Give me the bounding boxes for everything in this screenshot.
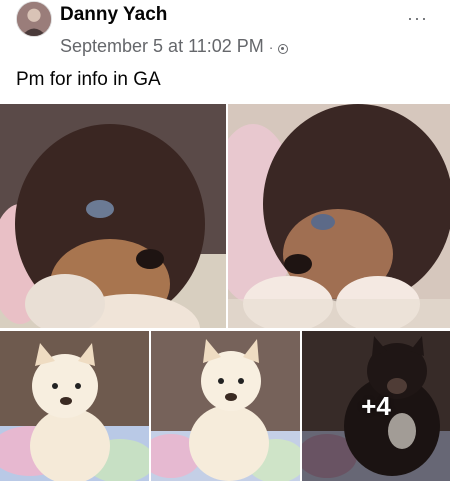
- photo-5-more[interactable]: +4: [302, 331, 450, 481]
- more-options-icon[interactable]: ···: [407, 8, 428, 29]
- photo-grid: +4: [0, 104, 450, 481]
- photo-4[interactable]: [151, 331, 300, 481]
- post-meta: September 5 at 11:02 PM ·: [60, 36, 289, 57]
- meta-separator: ·: [268, 38, 274, 55]
- photo-3[interactable]: [0, 331, 149, 481]
- post-text: Pm for info in GA: [16, 69, 161, 90]
- post-timestamp[interactable]: September 5 at 11:02 PM: [60, 36, 264, 57]
- photo-2[interactable]: [228, 104, 450, 328]
- author-avatar[interactable]: [16, 1, 52, 37]
- globe-icon: [278, 43, 289, 54]
- author-name[interactable]: Danny Yach: [60, 4, 167, 26]
- more-photos-count[interactable]: +4: [302, 331, 450, 481]
- post-header: Danny Yach September 5 at 11:02 PM · ···: [0, 0, 450, 64]
- photo-1[interactable]: [0, 104, 226, 328]
